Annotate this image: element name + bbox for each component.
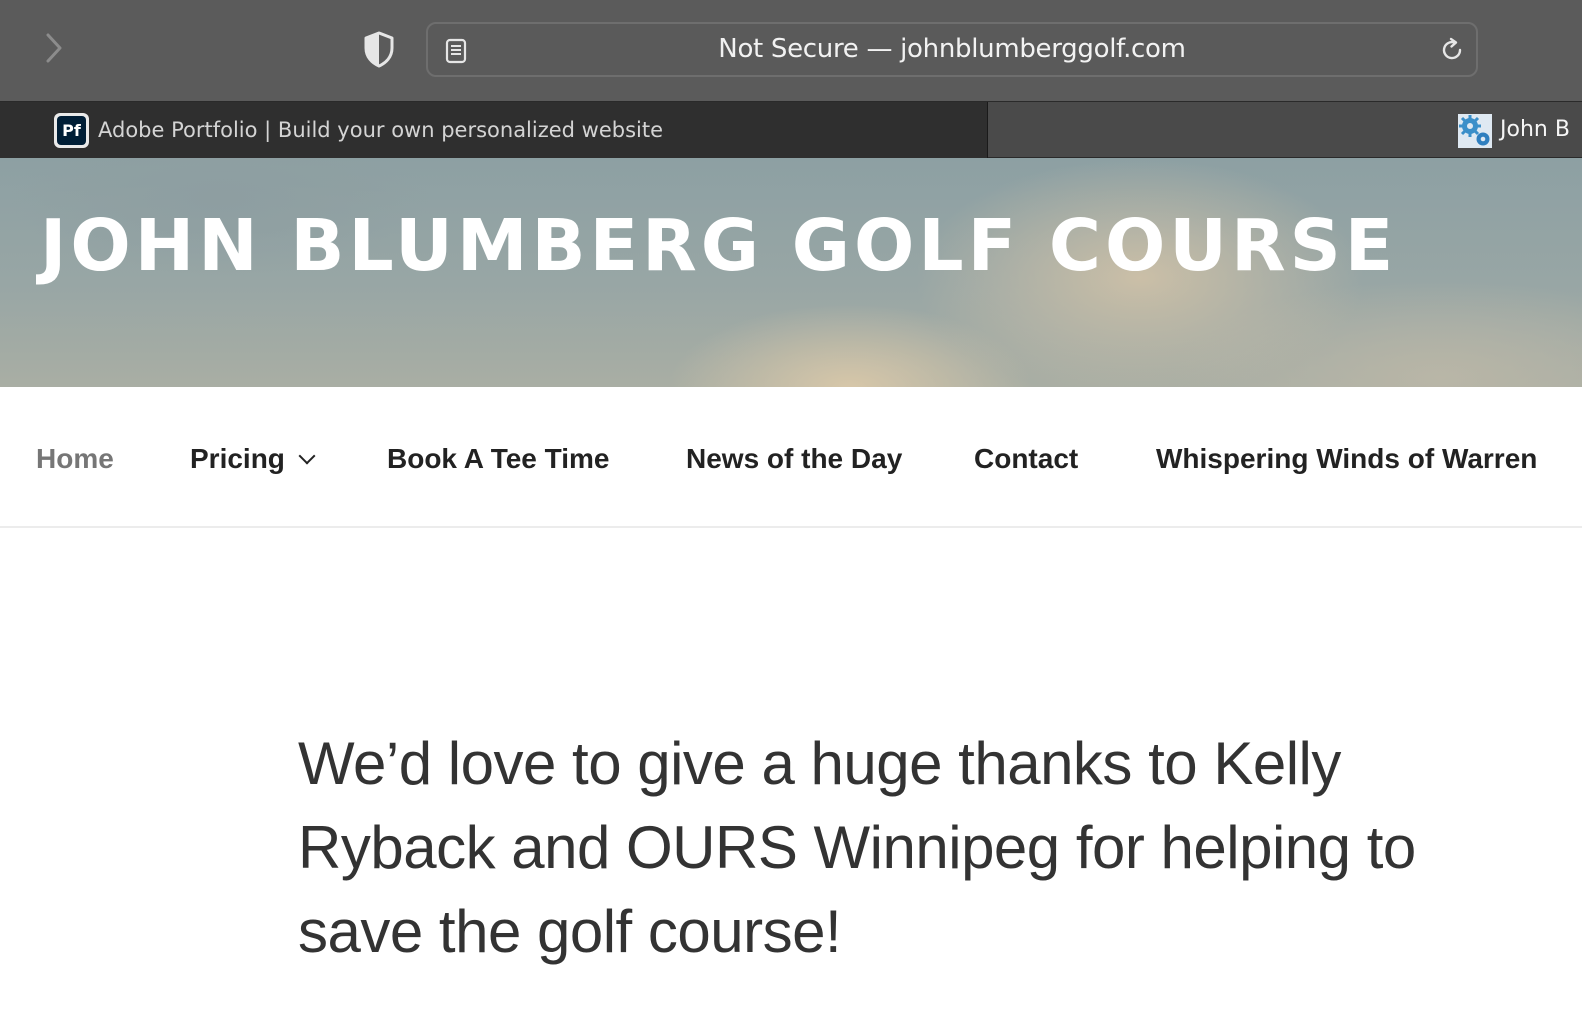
- site-title[interactable]: JOHN BLUMBERG GOLF COURSE: [40, 204, 1397, 287]
- nav-item-news-of-the-day[interactable]: News of the Day: [686, 387, 902, 530]
- main-navigation: Home Pricing Book A Tee Time News of the…: [0, 387, 1582, 528]
- nav-item-whispering-winds[interactable]: Whispering Winds of Warren: [1156, 387, 1537, 530]
- nav-item-home[interactable]: Home: [36, 387, 114, 530]
- portfolio-favicon: Pf: [54, 113, 89, 148]
- tab-title: Adobe Portfolio | Build your own persona…: [98, 118, 664, 142]
- chevron-down-icon[interactable]: [298, 447, 316, 465]
- tab-adobe-portfolio[interactable]: Pf Adobe Portfolio | Build your own pers…: [0, 102, 988, 158]
- nav-item-contact[interactable]: Contact: [974, 387, 1078, 530]
- page-headline: We’d love to give a huge thanks to Kelly…: [298, 730, 1416, 965]
- browser-toolbar: Not Secure — johnblumberggolf.com: [0, 0, 1582, 102]
- site-header-banner: JOHN BLUMBERG GOLF COURSE: [0, 158, 1582, 387]
- reload-icon[interactable]: [1438, 36, 1466, 64]
- address-bar[interactable]: Not Secure — johnblumberggolf.com: [426, 22, 1478, 77]
- nav-item-label: Pricing: [190, 443, 285, 474]
- portfolio-favicon-text: Pf: [57, 116, 86, 145]
- url-text[interactable]: Not Secure — johnblumberggolf.com: [428, 24, 1476, 75]
- forward-icon[interactable]: [36, 28, 72, 68]
- nav-item-book-tee-time[interactable]: Book A Tee Time: [387, 387, 610, 530]
- tab-strip: Pf Adobe Portfolio | Build your own pers…: [0, 101, 1582, 158]
- gear-favicon: [1458, 114, 1492, 148]
- nav-item-pricing[interactable]: Pricing: [190, 387, 316, 530]
- tab-title: John B: [1500, 117, 1570, 142]
- tab-john-blumberg[interactable]: John B: [988, 102, 1582, 158]
- shield-icon[interactable]: [362, 30, 396, 68]
